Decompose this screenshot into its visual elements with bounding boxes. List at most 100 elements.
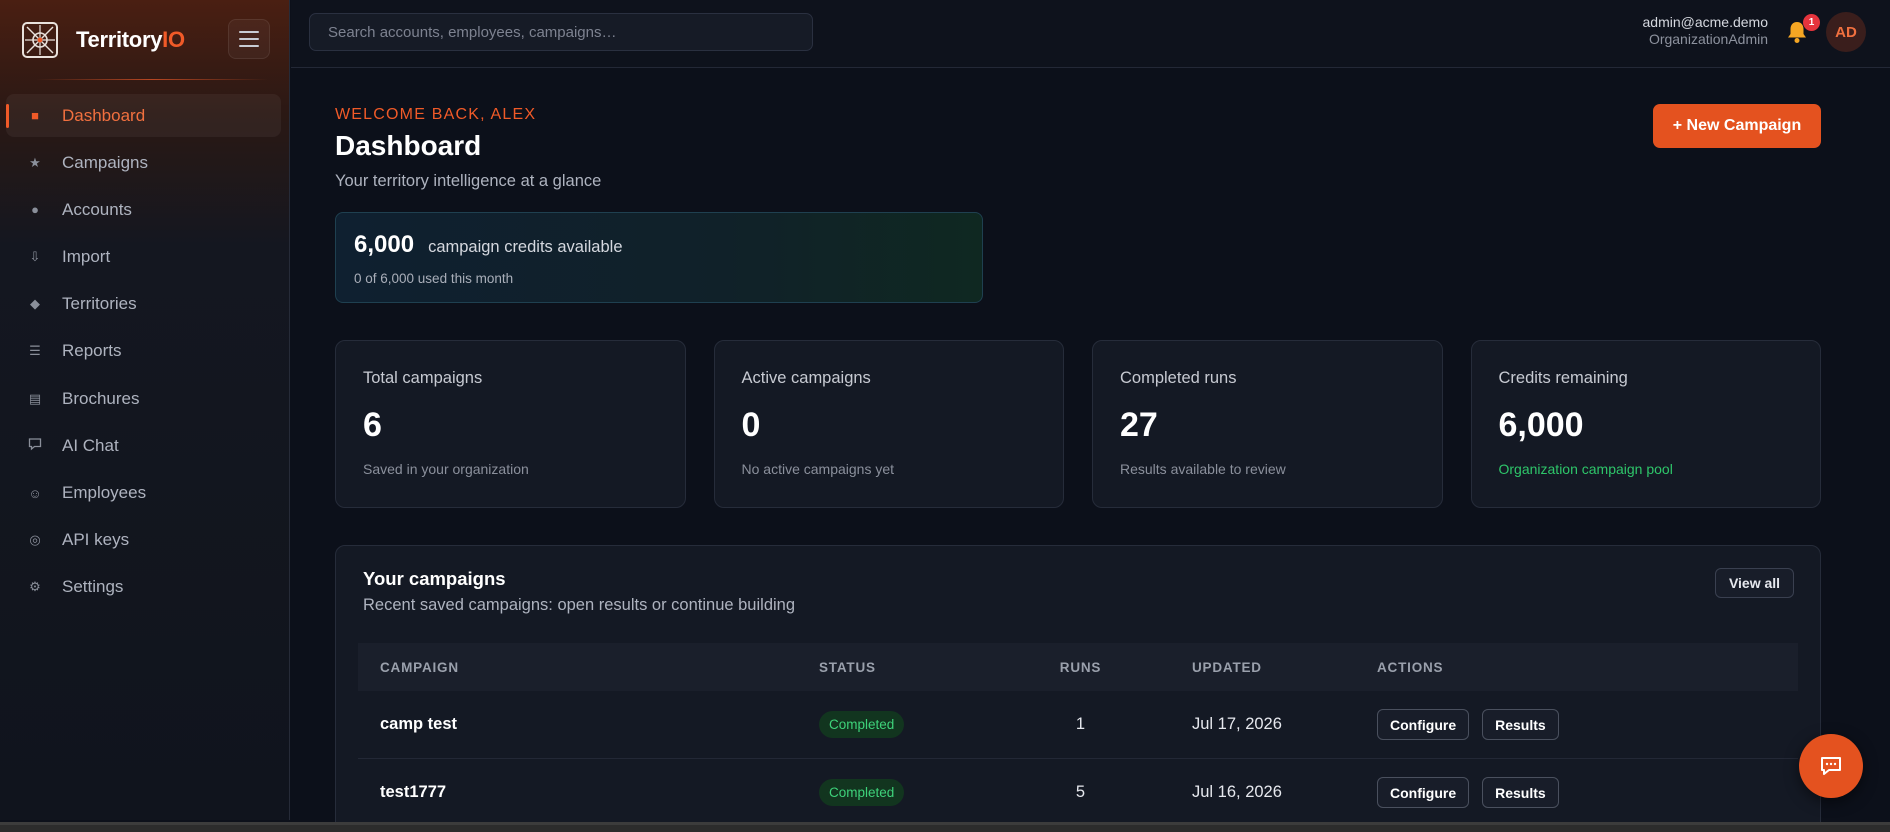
stat-label: Active campaigns	[741, 369, 871, 387]
credits-usage: 0 of 6,000 used this month	[354, 271, 514, 286]
stat-sub: Organization campaign pool	[1498, 461, 1673, 477]
configure-button[interactable]: Configure	[1377, 777, 1470, 808]
stat-value: 27	[1120, 406, 1158, 444]
notifications-button[interactable]: 1	[1786, 14, 1820, 46]
campaign-name[interactable]: camp test	[358, 715, 819, 734]
stat-value: 6	[363, 406, 382, 444]
document-icon: ▤	[28, 390, 42, 406]
diamond-icon: ◆	[30, 296, 40, 312]
status-badge: Completed	[819, 711, 905, 738]
panel-title: Your campaigns	[363, 568, 506, 589]
sidebar-item-territories[interactable]: ◆ Territories	[6, 283, 281, 326]
dashboard-icon: ■	[31, 108, 39, 123]
chat-launcher-button[interactable]	[1799, 734, 1863, 798]
sidebar-item-label: Dashboard	[62, 105, 146, 125]
brand[interactable]: TerritoryIO	[22, 20, 185, 60]
stat-value: 6,000	[1498, 406, 1584, 444]
sidebar-item-label: Territories	[62, 294, 137, 314]
credits-card: 6,000 campaign credits available 0 of 6,0…	[335, 212, 983, 303]
avatar[interactable]: AD	[1826, 12, 1866, 52]
sidebar-item-label: Import	[62, 247, 111, 267]
menu-toggle-button[interactable]	[228, 19, 270, 59]
stat-sub: Results available to review	[1120, 461, 1286, 477]
user-info[interactable]: admin@acme.demo OrganizationAdmin	[1643, 14, 1769, 48]
results-button[interactable]: Results	[1482, 709, 1559, 740]
sidebar-item-label: AI Chat	[62, 435, 119, 455]
sidebar-item-reports[interactable]: ☰ Reports	[6, 330, 281, 373]
updated-cell: Jul 16, 2026	[1192, 783, 1282, 801]
table-header: CAMPAIGN STATUS RUNS UPDATED ACTIONS	[358, 643, 1798, 691]
page-title: Dashboard	[335, 130, 482, 161]
credits-label: campaign credits available	[428, 238, 623, 256]
sidebar: TerritoryIO ■ Dashboard ★ Campaigns ● Accou…	[0, 0, 290, 820]
sidebar-item-employees[interactable]: ☺ Employees	[6, 472, 281, 515]
window-bottom-edge	[0, 822, 1890, 832]
chat-icon	[1821, 757, 1841, 775]
runs-cell: 1	[1075, 715, 1086, 733]
credits-amount: 6,000	[354, 231, 415, 258]
brand-name: TerritoryIO	[76, 27, 185, 52]
status-badge: Completed	[819, 779, 905, 806]
topbar: admin@acme.demo OrganizationAdmin 1 AD	[291, 0, 1890, 68]
table-row[interactable]: test1777 Completed 5 Jul 16, 2026 Config…	[358, 759, 1798, 827]
actions-cell: Configure Results	[1377, 777, 1798, 808]
sidebar-item-label: Campaigns	[62, 152, 148, 172]
configure-button[interactable]: Configure	[1377, 709, 1470, 740]
dot-icon: ●	[31, 202, 39, 218]
sidebar-item-label: Brochures	[62, 388, 140, 408]
stat-sub: No active campaigns yet	[741, 461, 895, 477]
new-campaign-button[interactable]: + New Campaign	[1653, 104, 1821, 148]
view-all-button[interactable]: View all	[1715, 568, 1794, 598]
results-button[interactable]: Results	[1482, 777, 1559, 808]
stat-label: Completed runs	[1120, 369, 1237, 387]
stat-card-completed-runs: Completed runs 27 Results available to r…	[1092, 340, 1443, 508]
sidebar-item-api-keys[interactable]: ◎ API keys	[6, 519, 281, 562]
notification-count-badge: 1	[1803, 14, 1820, 31]
actions-cell: Configure Results	[1377, 709, 1798, 740]
sidebar-item-label: Reports	[62, 341, 122, 361]
sidebar-item-ai-chat[interactable]: AI Chat	[6, 424, 281, 467]
stat-card-active-campaigns: Active campaigns 0 No active campaigns y…	[713, 340, 1064, 508]
column-header-runs[interactable]: RUNS	[1019, 660, 1142, 675]
stats-row: Total campaigns 6 Saved in your organiza…	[335, 340, 1821, 508]
gear-icon: ⚙	[29, 579, 41, 595]
sidebar-item-settings[interactable]: ⚙ Settings	[6, 566, 281, 609]
panel-subtitle: Recent saved campaigns: open results or …	[363, 596, 796, 614]
sidebar-item-campaigns[interactable]: ★ Campaigns	[6, 141, 281, 184]
table-row[interactable]: camp test Completed 1 Jul 17, 2026 Confi…	[358, 691, 1798, 759]
status-cell: Completed	[819, 779, 1019, 806]
campaigns-panel: Your campaigns Recent saved campaigns: o…	[335, 545, 1821, 832]
sidebar-nav: ■ Dashboard ★ Campaigns ● Accounts ⇩ Import …	[6, 94, 281, 613]
sidebar-item-label: API keys	[62, 530, 130, 550]
sidebar-item-label: Employees	[62, 483, 147, 502]
column-header-updated[interactable]: UPDATED	[1142, 660, 1377, 675]
chat-bubble-icon	[26, 437, 44, 454]
column-header-actions: ACTIONS	[1377, 659, 1444, 675]
sidebar-item-brochures[interactable]: ▤ Brochures	[6, 377, 281, 420]
smiley-icon: ☺	[28, 485, 42, 501]
stat-label: Credits remaining	[1498, 369, 1628, 387]
user-email: admin@acme.demo	[1642, 14, 1769, 30]
sidebar-item-accounts[interactable]: ● Accounts	[6, 188, 281, 231]
column-header-campaign[interactable]: CAMPAIGN	[358, 660, 819, 675]
stat-sub: Saved in your organization	[363, 461, 529, 477]
sidebar-item-label: Accounts	[62, 199, 132, 219]
search-input[interactable]	[309, 13, 813, 51]
welcome-text: WELCOME BACK, ALEX	[335, 106, 537, 123]
list-icon: ☰	[29, 343, 41, 359]
campaign-name[interactable]: test1777	[358, 783, 819, 802]
sidebar-item-label: Settings	[62, 577, 124, 597]
key-icon: ◎	[29, 532, 41, 548]
user-role: OrganizationAdmin	[1648, 31, 1768, 47]
updated-cell: Jul 17, 2026	[1192, 715, 1282, 733]
runs-cell: 5	[1075, 783, 1086, 801]
page-subtitle: Your territory intelligence at a glance	[335, 172, 602, 190]
star-icon: ★	[29, 154, 41, 170]
sidebar-item-import[interactable]: ⇩ Import	[6, 236, 281, 279]
campaigns-table: CAMPAIGN STATUS RUNS UPDATED ACTIONS cam…	[358, 643, 1798, 827]
sidebar-item-dashboard[interactable]: ■ Dashboard	[6, 94, 281, 137]
territory-logo-icon	[22, 22, 58, 58]
stat-card-credits-remaining: Credits remaining 6,000 Organization cam…	[1470, 340, 1821, 508]
column-header-status[interactable]: STATUS	[819, 660, 1019, 675]
stat-value: 0	[741, 406, 761, 444]
